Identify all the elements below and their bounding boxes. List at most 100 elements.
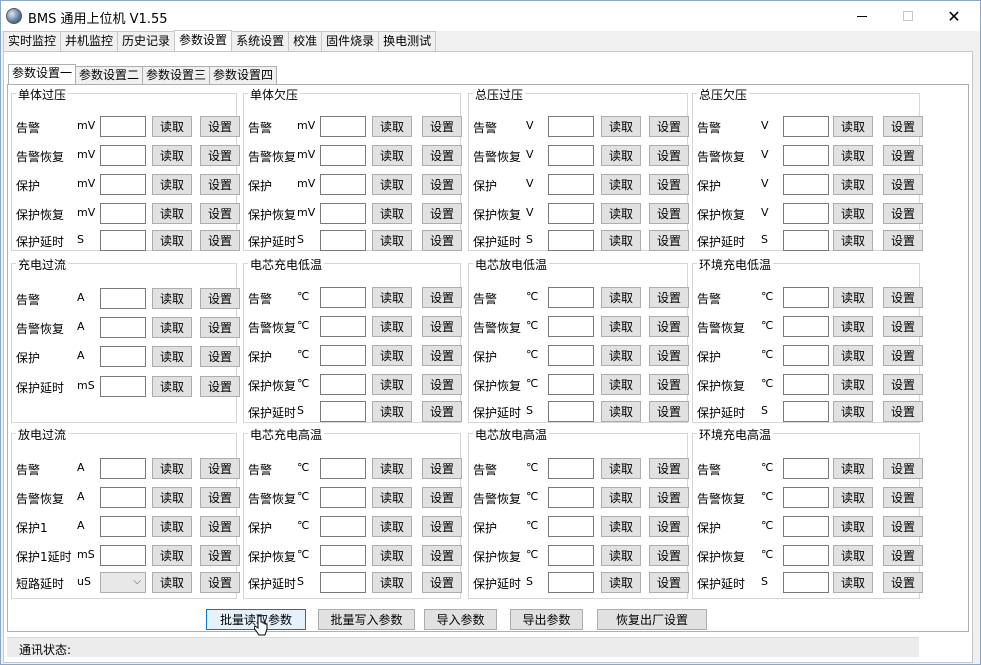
set-button[interactable]: 设置 xyxy=(883,487,923,508)
read-button[interactable]: 读取 xyxy=(152,288,192,309)
read-button[interactable]: 读取 xyxy=(152,487,192,508)
param-value-input[interactable] xyxy=(548,401,594,422)
set-button[interactable]: 设置 xyxy=(883,516,923,537)
set-button[interactable]: 设置 xyxy=(200,145,240,166)
set-button[interactable]: 设置 xyxy=(883,316,923,337)
set-button[interactable]: 设置 xyxy=(422,487,462,508)
set-button[interactable]: 设置 xyxy=(649,401,689,422)
set-button[interactable]: 设置 xyxy=(883,374,923,395)
short-delay-select[interactable]: ⌵ xyxy=(100,572,146,593)
param-value-input[interactable] xyxy=(783,345,829,366)
set-button[interactable]: 设置 xyxy=(422,516,462,537)
factory-reset-button[interactable]: 恢复出厂设置 xyxy=(597,609,707,630)
minimize-button[interactable] xyxy=(839,1,885,31)
set-button[interactable]: 设置 xyxy=(422,174,462,195)
sub-tab-2[interactable]: 参数设置三 xyxy=(142,66,211,84)
param-value-input[interactable] xyxy=(783,401,829,422)
set-button[interactable]: 设置 xyxy=(422,374,462,395)
read-button[interactable]: 读取 xyxy=(833,516,873,537)
set-button[interactable]: 设置 xyxy=(649,545,689,566)
import-button[interactable]: 导入参数 xyxy=(424,609,497,630)
read-button[interactable]: 读取 xyxy=(601,345,641,366)
read-button[interactable]: 读取 xyxy=(372,458,412,479)
param-value-input[interactable] xyxy=(783,287,829,308)
param-value-input[interactable] xyxy=(783,203,829,224)
read-button[interactable]: 读取 xyxy=(372,516,412,537)
param-value-input[interactable] xyxy=(100,376,146,397)
main-tab-4[interactable]: 系统设置 xyxy=(231,31,290,51)
set-button[interactable]: 设置 xyxy=(200,174,240,195)
read-button[interactable]: 读取 xyxy=(601,374,641,395)
set-button[interactable]: 设置 xyxy=(649,374,689,395)
set-button[interactable]: 设置 xyxy=(200,203,240,224)
sub-tab-1[interactable]: 参数设置二 xyxy=(75,66,144,84)
read-button[interactable]: 读取 xyxy=(833,345,873,366)
read-button[interactable]: 读取 xyxy=(372,203,412,224)
read-button[interactable]: 读取 xyxy=(372,345,412,366)
read-button[interactable]: 读取 xyxy=(372,174,412,195)
param-value-input[interactable] xyxy=(548,345,594,366)
read-button[interactable]: 读取 xyxy=(833,458,873,479)
read-button[interactable]: 读取 xyxy=(152,145,192,166)
param-value-input[interactable] xyxy=(320,316,366,337)
set-button[interactable]: 设置 xyxy=(649,145,689,166)
param-value-input[interactable] xyxy=(100,174,146,195)
main-tab-0[interactable]: 实时监控 xyxy=(3,31,62,51)
set-button[interactable]: 设置 xyxy=(883,116,923,137)
read-button[interactable]: 读取 xyxy=(372,401,412,422)
read-button[interactable]: 读取 xyxy=(601,516,641,537)
param-value-input[interactable] xyxy=(320,345,366,366)
param-value-input[interactable] xyxy=(783,516,829,537)
set-button[interactable]: 设置 xyxy=(883,174,923,195)
param-value-input[interactable] xyxy=(320,374,366,395)
read-button[interactable]: 读取 xyxy=(833,487,873,508)
main-tab-2[interactable]: 历史记录 xyxy=(117,31,176,51)
param-value-input[interactable] xyxy=(320,572,366,593)
set-button[interactable]: 设置 xyxy=(422,401,462,422)
param-value-input[interactable] xyxy=(783,572,829,593)
read-button[interactable]: 读取 xyxy=(152,317,192,338)
param-value-input[interactable] xyxy=(100,288,146,309)
read-button[interactable]: 读取 xyxy=(833,174,873,195)
read-button[interactable]: 读取 xyxy=(372,287,412,308)
set-button[interactable]: 设置 xyxy=(883,545,923,566)
read-button[interactable]: 读取 xyxy=(152,572,192,593)
param-value-input[interactable] xyxy=(783,174,829,195)
batch-write-button[interactable]: 批量写入参数 xyxy=(318,609,415,630)
param-value-input[interactable] xyxy=(100,545,146,566)
param-value-input[interactable] xyxy=(320,458,366,479)
read-button[interactable]: 读取 xyxy=(601,287,641,308)
set-button[interactable]: 设置 xyxy=(649,174,689,195)
set-button[interactable]: 设置 xyxy=(422,287,462,308)
set-button[interactable]: 设置 xyxy=(422,203,462,224)
set-button[interactable]: 设置 xyxy=(200,458,240,479)
set-button[interactable]: 设置 xyxy=(200,116,240,137)
read-button[interactable]: 读取 xyxy=(372,545,412,566)
read-button[interactable]: 读取 xyxy=(152,516,192,537)
read-button[interactable]: 读取 xyxy=(152,203,192,224)
set-button[interactable]: 设置 xyxy=(649,316,689,337)
read-button[interactable]: 读取 xyxy=(833,374,873,395)
param-value-input[interactable] xyxy=(100,203,146,224)
param-value-input[interactable] xyxy=(320,116,366,137)
param-value-input[interactable] xyxy=(100,317,146,338)
param-value-input[interactable] xyxy=(548,203,594,224)
param-value-input[interactable] xyxy=(100,487,146,508)
read-button[interactable]: 读取 xyxy=(601,230,641,251)
param-value-input[interactable] xyxy=(783,230,829,251)
set-button[interactable]: 设置 xyxy=(200,572,240,593)
read-button[interactable]: 读取 xyxy=(372,230,412,251)
param-value-input[interactable] xyxy=(320,487,366,508)
read-button[interactable]: 读取 xyxy=(601,458,641,479)
set-button[interactable]: 设置 xyxy=(883,572,923,593)
set-button[interactable]: 设置 xyxy=(422,572,462,593)
set-button[interactable]: 设置 xyxy=(649,287,689,308)
read-button[interactable]: 读取 xyxy=(601,116,641,137)
read-button[interactable]: 读取 xyxy=(372,116,412,137)
sub-tab-3[interactable]: 参数设置四 xyxy=(209,66,278,84)
read-button[interactable]: 读取 xyxy=(601,316,641,337)
set-button[interactable]: 设置 xyxy=(422,230,462,251)
param-value-input[interactable] xyxy=(548,374,594,395)
main-tab-6[interactable]: 固件烧录 xyxy=(321,31,380,51)
read-button[interactable]: 读取 xyxy=(601,401,641,422)
